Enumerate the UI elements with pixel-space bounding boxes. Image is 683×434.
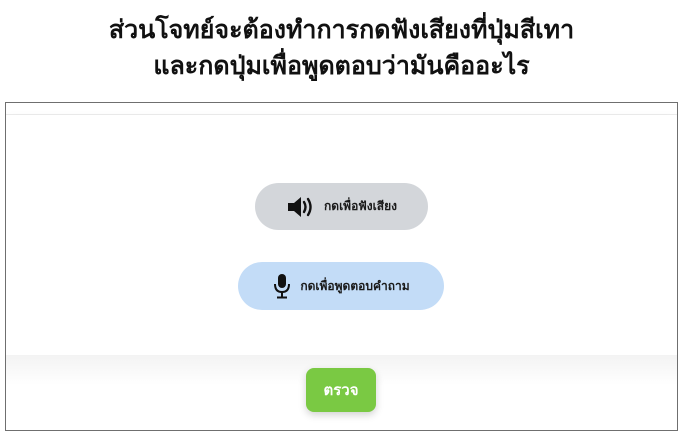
check-button[interactable]: ตรวจ [306,368,376,412]
microphone-icon [272,273,292,299]
listen-button-label: กดเพื่อฟังเสียง [324,199,397,213]
speaker-icon [286,196,316,218]
instruction-line-2: และกดปุ่มเพื่อพูดตอบว่ามันคืออะไร [153,51,530,80]
instruction-line-1: ส่วนโจทย์จะต้องทำการกดฟังเสียงที่ปุ่มสีเ… [108,15,575,44]
listen-button[interactable]: กดเพื่อฟังเสียง [255,183,428,230]
question-panel: กดเพื่อฟังเสียง กดเพื่อพูดตอบคำถาม [6,115,677,355]
speak-answer-button[interactable]: กดเพื่อพูดตอบคำถาม [238,262,444,310]
instruction-heading: ส่วนโจทย์จะต้องทำการกดฟังเสียงที่ปุ่มสีเ… [0,12,683,84]
speak-answer-button-label: กดเพื่อพูดตอบคำถาม [300,278,410,293]
exercise-frame: กดเพื่อฟังเสียง กดเพื่อพูดตอบคำถาม ตรวจ [5,102,678,431]
